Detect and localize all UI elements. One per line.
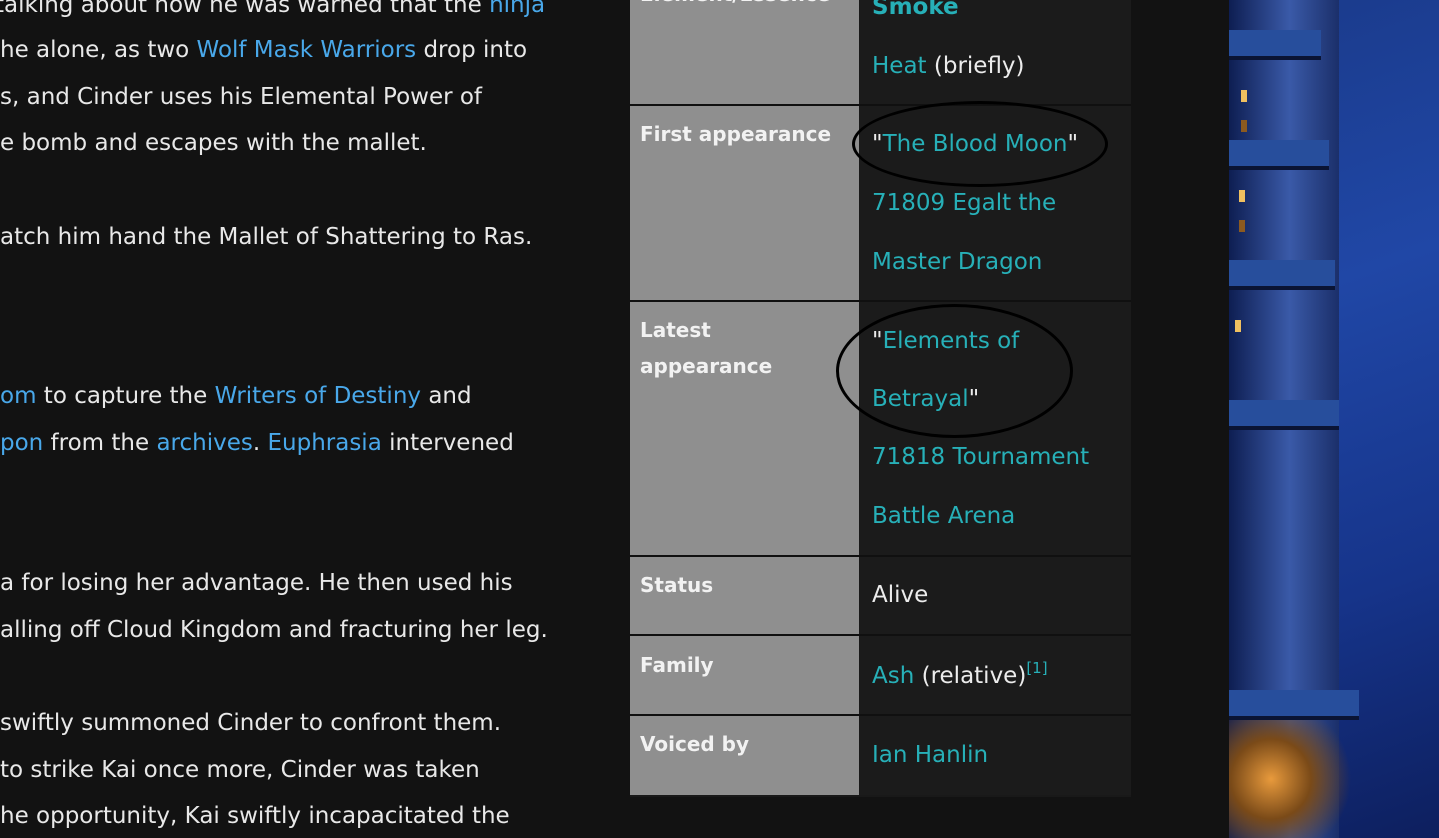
- article-text: talking about how he was warned that the: [0, 0, 490, 18]
- infobox-label-cell: Status: [630, 557, 859, 634]
- voiced-by-label: Voiced by: [640, 732, 750, 756]
- infobox-label-cell: Voiced by: [630, 716, 859, 795]
- article-text: from the: [43, 430, 157, 456]
- infobox-label-cell: Latest appearance: [630, 302, 859, 555]
- character-infobox: Element/Essence Smoke Heat (briefly) Fir…: [630, 0, 1131, 797]
- article-body: talking about how he was warned that the…: [0, 0, 620, 838]
- quote-mark: ": [1067, 131, 1079, 157]
- first-appearance-set-link-line1[interactable]: 71809 Egalt the: [872, 190, 1056, 216]
- background-artwork-image: [1229, 0, 1439, 838]
- infobox-row-voiced-by: Voiced by Ian Hanlin: [630, 716, 1131, 795]
- element-note: (briefly): [926, 53, 1025, 79]
- pagoda-roof: [1229, 260, 1335, 290]
- pagoda-roof: [1229, 30, 1321, 60]
- infobox-value-cell: "The Blood Moon" 71809 Egalt the Master …: [860, 106, 1131, 300]
- lit-window: [1235, 320, 1241, 332]
- quote-mark: ": [872, 328, 883, 354]
- status-value: Alive: [872, 582, 929, 608]
- article-link[interactable]: Writers of Destiny: [215, 383, 421, 409]
- first-appearance-label: First appearance: [640, 122, 832, 146]
- status-label: Status: [640, 573, 714, 597]
- article-link[interactable]: pon: [0, 430, 43, 456]
- article-text: he alone, as two: [0, 37, 197, 63]
- infobox-label-cell: First appearance: [630, 106, 859, 300]
- article-line: talking about how he was warned that the…: [0, 0, 545, 20]
- article-text: intervened: [381, 430, 514, 456]
- article-line: he opportunity, Kai swiftly incapacitate…: [0, 801, 510, 831]
- lit-window: [1241, 120, 1247, 132]
- family-label: Family: [640, 653, 714, 677]
- family-ash-link[interactable]: Ash: [872, 663, 914, 689]
- voiced-by-link[interactable]: Ian Hanlin: [872, 742, 988, 768]
- article-link[interactable]: Wolf Mask Warriors: [197, 37, 417, 63]
- article-text: e bomb and escapes with the mallet.: [0, 130, 427, 156]
- infobox-value-cell: Alive: [860, 557, 1131, 634]
- lit-window: [1239, 190, 1245, 202]
- first-appearance-episode-link[interactable]: The Blood Moon: [883, 131, 1068, 157]
- infobox-row-element: Element/Essence Smoke Heat (briefly): [630, 0, 1131, 106]
- article-line: e bomb and escapes with the mallet.: [0, 128, 427, 158]
- element-heat-link[interactable]: Heat: [872, 53, 927, 79]
- lantern-glow: [1229, 720, 1369, 838]
- lit-window: [1241, 90, 1247, 102]
- infobox-label-cell: Family: [630, 636, 859, 714]
- quote-mark: ": [872, 131, 883, 157]
- element-smoke-link[interactable]: Smoke: [872, 0, 959, 20]
- pagoda-roof: [1229, 400, 1339, 430]
- wiki-page: talking about how he was warned that the…: [0, 0, 1229, 838]
- article-line: alling off Cloud Kingdom and fracturing …: [0, 615, 548, 645]
- article-text: swiftly summoned Cinder to confront them…: [0, 710, 502, 736]
- article-text: and: [421, 383, 472, 409]
- family-note: (relative): [914, 663, 1027, 689]
- latest-appearance-label-line1: Latest: [640, 318, 711, 342]
- article-text: to capture the: [36, 383, 215, 409]
- infobox-row-first-appearance: First appearance "The Blood Moon" 71809 …: [630, 106, 1131, 302]
- latest-appearance-set-link-line2[interactable]: Battle Arena: [872, 503, 1015, 529]
- infobox-value-cell: Ash (relative)[1]: [860, 636, 1131, 714]
- infobox-row-status: Status Alive: [630, 557, 1131, 636]
- infobox-value-cell: Smoke Heat (briefly): [860, 0, 1131, 104]
- pagoda-roof: [1229, 140, 1329, 170]
- article-line: om to capture the Writers of Destiny and: [0, 381, 472, 411]
- article-link[interactable]: archives: [156, 430, 252, 456]
- latest-appearance-episode-link-line1[interactable]: Elements of: [883, 328, 1020, 354]
- pagoda-roof: [1229, 690, 1359, 720]
- article-text: .: [252, 430, 268, 456]
- article-link[interactable]: Euphrasia: [267, 430, 381, 456]
- article-line: a for losing her advantage. He then used…: [0, 568, 513, 598]
- article-text: alling off Cloud Kingdom and fracturing …: [0, 617, 548, 643]
- article-text: a for losing her advantage. He then used…: [0, 570, 513, 596]
- article-line: to strike Kai once more, Cinder was take…: [0, 755, 480, 785]
- article-text: atch him hand the Mallet of Shattering t…: [0, 224, 533, 250]
- infobox-value-cell: Ian Hanlin: [860, 716, 1131, 795]
- article-link[interactable]: ninja: [489, 0, 545, 18]
- infobox-value-cell: "Elements of Betrayal" 71818 Tournament …: [860, 302, 1131, 555]
- element-label: Element/Essence: [640, 0, 830, 12]
- article-line: atch him hand the Mallet of Shattering t…: [0, 222, 532, 252]
- first-appearance-set-link-line2[interactable]: Master Dragon: [872, 249, 1042, 275]
- infobox-row-family: Family Ash (relative)[1]: [630, 636, 1131, 716]
- quote-mark: ": [968, 386, 980, 412]
- latest-appearance-set-link-line1[interactable]: 71818 Tournament: [872, 444, 1089, 470]
- latest-appearance-episode-link-line2[interactable]: Betrayal: [872, 386, 969, 412]
- article-text: to strike Kai once more, Cinder was take…: [0, 757, 480, 783]
- lit-window: [1239, 220, 1245, 232]
- article-text: he opportunity, Kai swiftly incapacitate…: [0, 803, 510, 829]
- reference-link[interactable]: [1]: [1026, 659, 1047, 677]
- latest-appearance-label-line2: appearance: [640, 354, 773, 378]
- article-text: drop into: [416, 37, 528, 63]
- article-line: he alone, as two Wolf Mask Warriors drop…: [0, 35, 527, 65]
- article-line: pon from the archives. Euphrasia interve…: [0, 428, 514, 458]
- article-text: s, and Cinder uses his Elemental Power o…: [0, 84, 483, 110]
- article-line: swiftly summoned Cinder to confront them…: [0, 708, 501, 738]
- article-link[interactable]: om: [0, 383, 36, 409]
- article-line: s, and Cinder uses his Elemental Power o…: [0, 82, 482, 112]
- infobox-row-latest-appearance: Latest appearance "Elements of Betrayal"…: [630, 302, 1131, 557]
- infobox-label-cell: Element/Essence: [630, 0, 859, 104]
